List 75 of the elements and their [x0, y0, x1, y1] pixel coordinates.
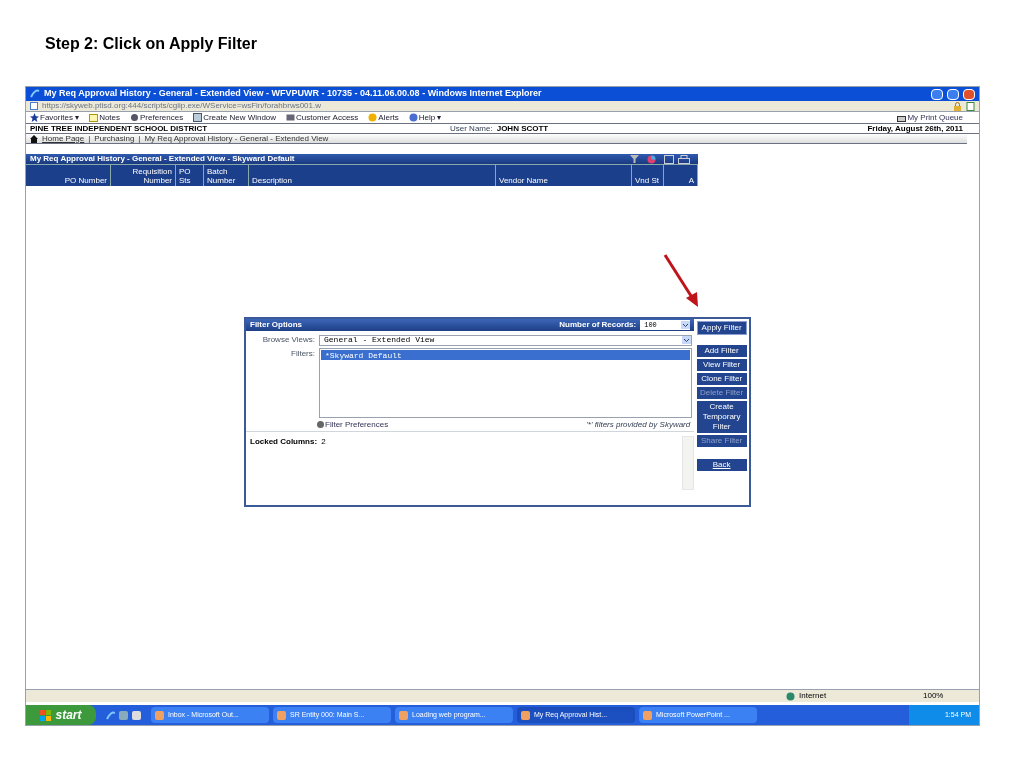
slide-heading: Step 2: Click on Apply Filter: [45, 34, 257, 54]
toolbar-item[interactable]: Help ▾: [418, 111, 442, 124]
app-icon: [155, 710, 164, 720]
monitor-icon: [286, 113, 296, 122]
locked-columns-label: Locked Columns:: [250, 436, 318, 448]
note-icon: [89, 113, 99, 122]
print-queue-link[interactable]: My Print Queue: [907, 111, 963, 124]
filter-note: '*' filters provided by Skyward: [586, 418, 691, 431]
star-icon: [30, 113, 39, 122]
zoom-level[interactable]: 100%: [923, 690, 944, 702]
table-title: My Req Approval History - General - Extended View - Skyward Default: [30, 153, 295, 165]
browser-logo-icon[interactable]: [106, 710, 115, 720]
breadcrumb-separator: |: [88, 132, 91, 145]
filter-action-button[interactable]: Create Temporary Filter: [696, 401, 747, 433]
export-icon[interactable]: [664, 154, 674, 164]
filter-action-button[interactable]: Add Filter: [696, 345, 747, 357]
column-header[interactable]: Description: [249, 165, 496, 186]
filter-action-button[interactable]: Back: [696, 459, 747, 471]
filter-preferences-link[interactable]: Filter Preferences: [325, 418, 389, 431]
globe-icon: [786, 691, 795, 701]
print-icon: [897, 113, 907, 122]
app-icon: [277, 710, 286, 720]
records-label: Number of Records:: [559, 319, 637, 331]
toolbar-item[interactable]: Preferences: [140, 111, 184, 124]
current-date: Friday, August 26th, 2011: [867, 122, 963, 135]
filter-action-button[interactable]: View Filter: [696, 359, 747, 371]
filters-label: Filters:: [290, 348, 316, 360]
breadcrumb-separator: |: [138, 132, 141, 145]
breadcrumb-link[interactable]: Purchasing: [94, 132, 135, 145]
minimize-button[interactable]: [931, 88, 943, 100]
column-header[interactable]: Vendor Name: [496, 165, 632, 186]
filter-action-button[interactable]: Clone Filter: [696, 373, 747, 385]
toolbar-item[interactable]: Favorites ▾: [40, 111, 80, 124]
dropdown-chevron-icon: [682, 336, 691, 344]
column-header[interactable]: A: [664, 165, 698, 186]
user-name: JOHN SCOTT: [496, 122, 549, 135]
browse-views-dropdown[interactable]: General - Extended View: [319, 334, 692, 346]
district-name: PINE TREE INDEPENDENT SCHOOL DISTRICT: [30, 122, 209, 135]
page-icon: [30, 102, 38, 110]
filter-action-button[interactable]: Apply Filter: [696, 321, 747, 335]
app-icon: [399, 710, 408, 720]
security-zone: Internet: [799, 690, 828, 702]
app-icon: [643, 710, 652, 720]
start-button[interactable]: start: [26, 705, 96, 725]
breadcrumb-link[interactable]: My Req Approval History - General - Extended View: [144, 132, 329, 145]
toolbar-item[interactable]: Create New Window: [203, 111, 277, 124]
column-header[interactable]: PO Sts: [176, 165, 204, 186]
lock-icon: [953, 101, 962, 111]
breadcrumb-link[interactable]: Home Page: [42, 132, 85, 145]
toolbar-item[interactable]: Notes: [99, 111, 121, 124]
column-header[interactable]: Requisition Number: [111, 165, 176, 186]
scrollbar: [682, 436, 695, 490]
browser-logo-icon: [30, 89, 40, 99]
window-title: My Req Approval History - General - Extended View - WFVPUWR - 10735 - 04.11.06.00.08 - Windows Internet Explorer: [44, 87, 542, 101]
column-header[interactable]: Batch Number: [204, 165, 249, 186]
window-icon: [193, 113, 203, 122]
toolbar-item[interactable]: Customer Access: [296, 111, 359, 124]
print-icon[interactable]: [678, 154, 690, 164]
filter-icon[interactable]: [630, 155, 639, 163]
user-label: User Name:: [450, 122, 493, 135]
column-header[interactable]: Vnd St: [632, 165, 664, 186]
app-icon: [521, 710, 530, 720]
browse-views-label: Browse Views:: [261, 334, 316, 346]
locked-columns-value: 2: [321, 436, 326, 448]
close-button[interactable]: [963, 88, 975, 100]
dialog-title: Filter Options: [250, 319, 302, 331]
windows-logo-icon: [40, 709, 52, 721]
home-icon: [30, 134, 38, 143]
page-icon: [966, 101, 975, 111]
dropdown-chevron-icon: [681, 321, 691, 329]
chart-icon[interactable]: [647, 154, 656, 164]
toolbar-item[interactable]: Alerts: [378, 111, 399, 124]
restore-button[interactable]: [947, 88, 959, 100]
column-header[interactable]: PO Number: [26, 165, 111, 186]
filter-option[interactable]: *Skyward Default: [321, 350, 690, 360]
